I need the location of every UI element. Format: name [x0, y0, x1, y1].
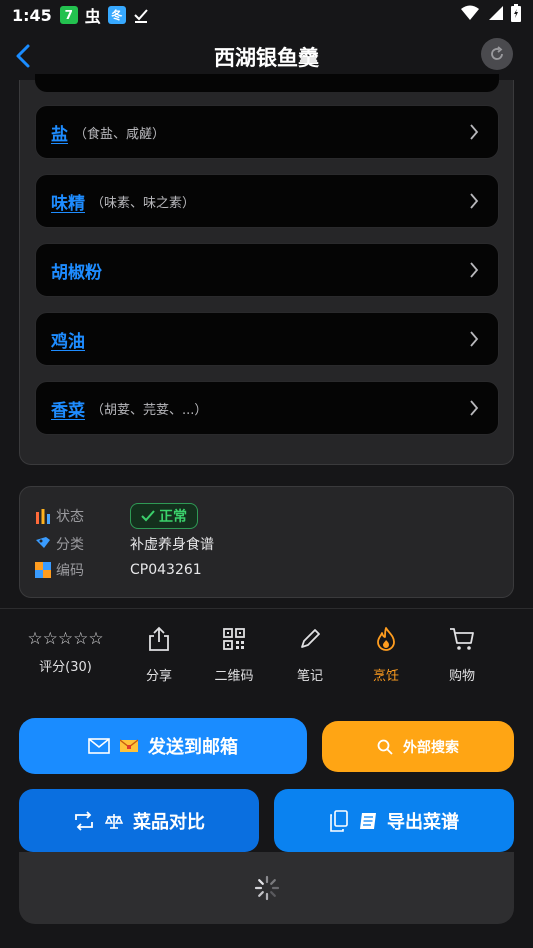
- loading-panel: [19, 852, 514, 924]
- rating-label: 评分(30): [39, 660, 92, 675]
- star-rating-icon[interactable]: ☆☆☆☆☆: [27, 625, 103, 653]
- share-label: 分享: [145, 669, 172, 684]
- chevron-right-icon: [470, 193, 479, 209]
- code-label: 编码: [56, 563, 84, 579]
- status-label: 状态: [56, 509, 84, 525]
- refresh-button[interactable]: [481, 38, 513, 70]
- status-time: 1:45: [12, 5, 52, 25]
- qrcode-label: 二维码: [214, 669, 254, 684]
- envelope-emoji-icon: [120, 739, 138, 752]
- action-bar: ☆☆☆☆☆ 评分(30) 分享 二维码 笔记 烹饪 购物: [0, 625, 533, 685]
- ingredient-row-coriander[interactable]: 香菜 （胡荽、芫荽、...）: [35, 381, 499, 435]
- code-value: CP043261: [130, 562, 202, 578]
- send-email-label: 发送到邮箱: [148, 737, 238, 758]
- pencil-icon: [301, 629, 320, 648]
- flame-icon: [377, 627, 395, 651]
- status-badge: 正常: [130, 503, 198, 529]
- search-icon: [377, 739, 393, 755]
- signal-icon: [487, 5, 503, 25]
- info-row-status: 状态 正常: [35, 503, 198, 529]
- check-icon: [141, 510, 155, 522]
- mail-icon: [88, 738, 110, 754]
- chevron-right-icon: [470, 124, 479, 140]
- external-search-label: 外部搜索: [403, 739, 459, 756]
- shop-label: 购物: [448, 669, 475, 684]
- app-7-icon: 7: [59, 6, 78, 24]
- ingredient-row-pepper[interactable]: 胡椒粉: [35, 243, 499, 297]
- download-done-icon: [132, 6, 150, 24]
- numbers-icon: [35, 562, 51, 578]
- rating-action[interactable]: ☆☆☆☆☆ 评分(30): [18, 625, 113, 675]
- copy-icon: [330, 809, 348, 832]
- external-search-button[interactable]: 外部搜索: [322, 721, 514, 772]
- note-action[interactable]: 笔记: [275, 625, 345, 684]
- ingredient-name[interactable]: 鸡油: [51, 327, 85, 352]
- bar-chart-icon: [36, 509, 50, 524]
- send-email-button[interactable]: 发送到邮箱: [19, 718, 307, 774]
- cook-label: 烹饪: [372, 669, 399, 684]
- app-icon: 冬: [107, 6, 126, 24]
- loading-spinner-icon: [254, 875, 279, 901]
- note-label: 笔记: [296, 669, 323, 684]
- ingredient-name[interactable]: 盐: [51, 120, 68, 145]
- ingredient-row-chicken-oil[interactable]: 鸡油: [35, 312, 499, 366]
- export-recipe-label: 导出菜谱: [387, 811, 459, 833]
- refresh-icon: [491, 46, 503, 60]
- info-row-code: 编码 CP043261: [35, 559, 202, 581]
- info-row-category: 分类 补虚养身食谱: [35, 533, 214, 555]
- cart-icon: [450, 628, 474, 650]
- notepad-icon: [360, 812, 376, 829]
- ingredient-row-partial: [35, 74, 499, 92]
- compare-dishes-label: 菜品对比: [133, 811, 205, 833]
- battery-icon: [511, 4, 521, 26]
- category-value: 补虚养身食谱: [130, 537, 214, 553]
- ingredient-name[interactable]: 味精: [51, 189, 85, 214]
- tag-icon: [36, 537, 50, 548]
- ingredient-name[interactable]: 胡椒粉: [51, 258, 102, 283]
- divider: [0, 608, 533, 609]
- compare-dishes-button[interactable]: 菜品对比: [19, 789, 259, 852]
- cook-action[interactable]: 烹饪: [351, 625, 421, 684]
- category-label: 分类: [56, 537, 84, 553]
- qrcode-icon: [223, 628, 245, 650]
- chevron-right-icon: [470, 331, 479, 347]
- qrcode-action[interactable]: 二维码: [199, 625, 269, 684]
- export-recipe-button[interactable]: 导出菜谱: [274, 789, 514, 852]
- ingredient-list: 盐 （食盐、咸鹾） 味精 （味素、味之素） 胡椒粉 鸡油 香菜 （胡荽、芫荽、.…: [19, 74, 514, 465]
- scale-icon: [105, 813, 123, 829]
- shop-action[interactable]: 购物: [427, 625, 497, 684]
- share-action[interactable]: 分享: [124, 625, 194, 684]
- bug-icon: 虫: [84, 7, 101, 26]
- swap-icon: [75, 810, 93, 831]
- chevron-right-icon: [470, 400, 479, 416]
- wifi-icon: [461, 5, 479, 25]
- ingredient-row-msg[interactable]: 味精 （味素、味之素）: [35, 174, 499, 228]
- status-bar: 1:45 7 虫 冬: [0, 0, 533, 30]
- chevron-right-icon: [470, 262, 479, 278]
- ingredient-name[interactable]: 香菜: [51, 396, 85, 421]
- ingredient-alias: （胡荽、芫荽、...）: [91, 402, 208, 418]
- ingredient-alias: （食盐、咸鹾）: [74, 126, 166, 142]
- app-header: 西湖银鱼羹: [0, 30, 533, 80]
- info-card: 状态 正常 分类 补虚养身食谱 编码 CP043261: [19, 486, 514, 598]
- page-title: 西湖银鱼羹: [214, 46, 319, 70]
- share-icon: [149, 626, 169, 651]
- status-value: 正常: [159, 509, 187, 525]
- ingredient-alias: （味素、味之素）: [91, 195, 196, 211]
- ingredient-row-salt[interactable]: 盐 （食盐、咸鹾）: [35, 105, 499, 159]
